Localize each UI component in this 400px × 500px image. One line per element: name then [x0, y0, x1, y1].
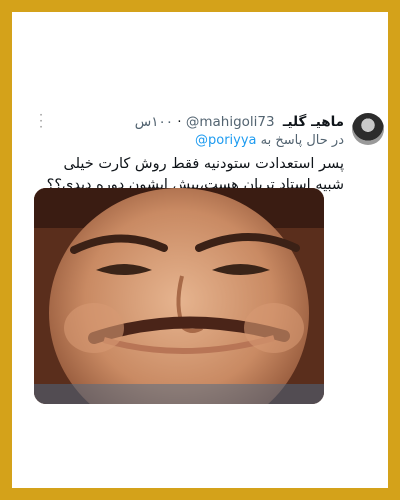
user-handle[interactable]: @mahigoli73 [186, 114, 275, 130]
tweet-header: ماهیـ گلیـ @mahigoli73 · ۱۰۰س [52, 114, 344, 130]
tweet-card: · · · ماهیـ گلیـ @mahigoli73 · ۱۰۰س در حال… [12, 12, 388, 488]
smiling-face-image [34, 188, 324, 404]
replying-to: در حال پاسخ به @poriyya [52, 133, 344, 148]
more-options-icon[interactable]: · · · [36, 109, 46, 133]
reply-prefix: در حال پاسخ به [260, 133, 344, 148]
reply-mention-link[interactable]: @poriyya [195, 133, 257, 148]
display-name[interactable]: ماهیـ گلیـ [283, 114, 344, 130]
tweet-media-image[interactable] [34, 188, 324, 404]
tweet-timestamp[interactable]: ۱۰۰س [135, 114, 173, 130]
separator-dot: · [177, 114, 182, 130]
user-avatar[interactable] [352, 113, 384, 145]
